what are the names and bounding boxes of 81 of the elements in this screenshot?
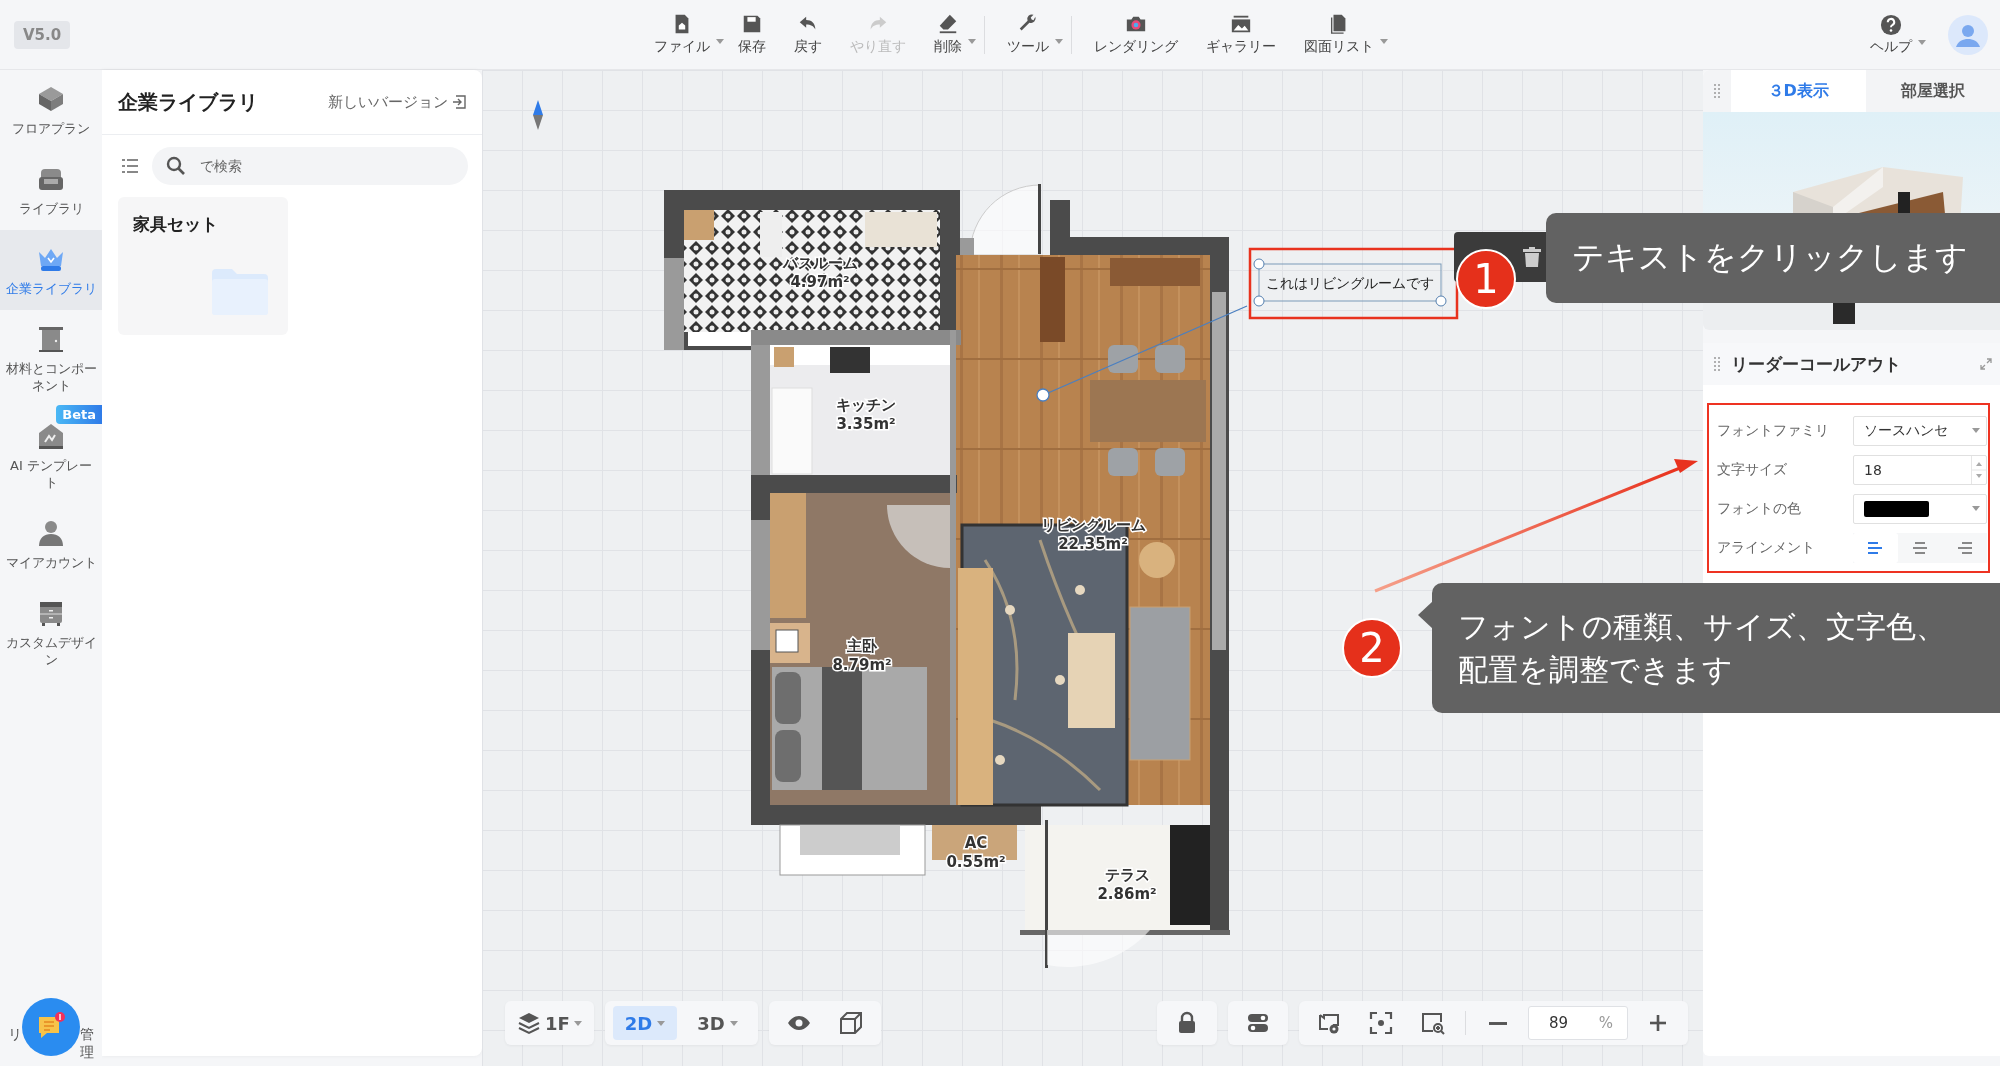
cube-icon — [838, 1011, 863, 1035]
field-label: フォントの色 — [1717, 499, 1802, 518]
image-icon — [1230, 13, 1253, 35]
door-icon — [36, 324, 66, 354]
nav-item[interactable]: カスタムデザイン — [0, 584, 102, 681]
help-icon — [1880, 13, 1902, 36]
tooltip-text: フォントの種類、サイズ、文字色、 配置を調整できます — [1458, 608, 1947, 689]
caret-icon — [1972, 506, 1980, 511]
search-field[interactable]: で検索 — [152, 147, 468, 185]
focus-icon — [1369, 1011, 1393, 1035]
callout-box[interactable] — [1253, 258, 1447, 307]
font-family-dropdown[interactable]: ソースハンセ — [1853, 415, 1987, 446]
new-version-link[interactable]: 新しいバージョン — [328, 92, 466, 112]
nav-label: 管理 — [80, 1026, 95, 1062]
nav-item[interactable]: ライブラリ — [0, 150, 102, 230]
help-button[interactable]: ヘルプ — [1870, 13, 1926, 56]
room-label: リビングルーム — [1040, 516, 1146, 534]
drag-handle-icon[interactable] — [1714, 357, 1720, 371]
align-icon — [1957, 541, 1972, 554]
person-icon — [36, 518, 66, 548]
field-label: 文字サイズ — [1717, 460, 1788, 479]
room-label: AC — [964, 834, 988, 852]
compass-icon — [533, 100, 543, 130]
view-tab[interactable]: 3D — [685, 1006, 750, 1040]
toolbar-button[interactable]: ファイル — [640, 13, 725, 56]
cube-icon — [36, 84, 66, 114]
drag-handle-icon[interactable] — [1714, 84, 1720, 98]
align-icon — [1913, 541, 1927, 554]
caret-icon — [1972, 428, 1980, 433]
color-picker[interactable] — [1853, 493, 1987, 524]
toolbar-button[interactable]: 図面リスト — [1290, 13, 1389, 56]
trash-icon[interactable] — [1523, 247, 1541, 267]
frame-gear-icon — [1317, 1011, 1341, 1035]
nav-item[interactable]: マイアカウント — [0, 504, 102, 584]
toolbar-button[interactable]: ギャラリー — [1192, 13, 1291, 56]
version-label: V5.0 — [14, 20, 71, 49]
tooltip-text: テキストをクリックします — [1572, 237, 1969, 278]
room-area: 2.86m² — [1097, 885, 1157, 903]
exit-icon — [452, 95, 466, 109]
room-area: 8.79m² — [832, 656, 892, 674]
caret-icon — [573, 1020, 582, 1026]
list-icon[interactable] — [122, 159, 138, 173]
align-icon — [1868, 541, 1883, 554]
zoom-search-icon — [1421, 1011, 1445, 1035]
search-icon — [166, 156, 186, 176]
house-icon — [36, 421, 66, 451]
room-label: 主卧 — [847, 637, 877, 655]
chat-button[interactable] — [22, 998, 80, 1056]
expand-icon[interactable] — [1980, 358, 1992, 370]
layers-icon — [517, 1011, 541, 1035]
panel-title: 企業ライブラリ — [118, 88, 258, 116]
nav-label: リ — [8, 1026, 22, 1044]
nav-item[interactable]: 材料とコンポーネント — [0, 310, 102, 407]
panel-tab[interactable]: ３D表示 — [1731, 70, 1866, 112]
caret-icon — [1918, 39, 1926, 45]
beta-badge: Beta — [56, 405, 102, 424]
toolbar-button[interactable]: 削除 — [920, 13, 977, 56]
caret-icon — [729, 1020, 738, 1026]
toolbar-button[interactable]: 戻す — [780, 13, 837, 56]
minus-icon — [1489, 1021, 1507, 1025]
zoom-field[interactable]: 89 % — [1528, 1006, 1628, 1040]
card-title: 家具セット — [133, 213, 218, 236]
room-label: キッチン — [836, 396, 896, 414]
folder-card[interactable]: 家具セット — [118, 197, 288, 335]
toggle-icon — [1246, 1011, 1270, 1035]
panel-tab[interactable]: 部屋選択 — [1865, 70, 2000, 112]
field-label: フォントファミリ — [1717, 421, 1830, 440]
toolbar-button[interactable]: レンダリング — [1080, 13, 1193, 56]
folder-icon — [212, 269, 268, 315]
leader-line[interactable] — [1036, 305, 1248, 402]
caret-icon — [657, 1020, 666, 1026]
panel-title: リーダーコールアウト — [1731, 352, 1902, 376]
field-label: アラインメント — [1717, 538, 1816, 557]
toolbar-button[interactable]: ツール — [993, 13, 1064, 56]
font-size-field[interactable]: 18 — [1853, 454, 1987, 485]
nav-item[interactable]: フロアプラン — [0, 70, 102, 150]
toolbar-button[interactable]: 保存 — [724, 13, 781, 56]
nav-item[interactable]: 企業ライブラリ — [0, 230, 102, 310]
room-label: テラス — [1104, 866, 1150, 884]
nav-item[interactable]: AI テンプレート Beta — [0, 407, 102, 504]
room-area: 3.35m² — [836, 415, 896, 433]
